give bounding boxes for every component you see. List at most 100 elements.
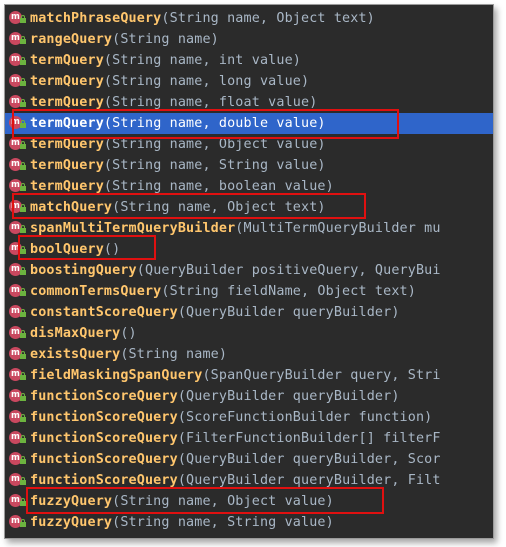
suggestion-item[interactable]: m functionScoreQuery(QueryBuilder queryBu… [5, 470, 493, 491]
suggestion-signature: commonTermsQuery(String fieldName, Objec… [30, 281, 416, 302]
method-name: termQuery [30, 116, 104, 131]
suggestion-item[interactable]: m fuzzyQuery(String name, Object value) [5, 491, 493, 512]
method-name: functionScoreQuery [30, 389, 178, 404]
suggestion-item[interactable]: m termQuery(String name, String value) [5, 155, 493, 176]
method-params: (FilterFunctionBuilder[] filterF [177, 431, 441, 446]
suggestion-signature: matchQuery(String name, Object text) [30, 197, 326, 218]
suggestion-item[interactable]: m termQuery(String name, boolean value) [5, 176, 493, 197]
suggestion-item[interactable]: m functionScoreQuery(FilterFunctionBuilde… [5, 428, 493, 449]
method-params: (String name, String value) [103, 158, 326, 173]
suggestion-item[interactable]: m matchPhraseQuery(String name, Object te… [5, 8, 493, 29]
suggestion-item[interactable]: m functionScoreQuery(QueryBuilder queryBu… [5, 386, 493, 407]
method-name: matchPhraseQuery [30, 11, 162, 26]
method-name: termQuery [30, 179, 104, 194]
suggestion-signature: boolQuery() [30, 239, 120, 260]
method-params: (String name, Object text) [112, 200, 326, 215]
public-lock-icon [20, 246, 26, 255]
method-name: functionScoreQuery [30, 452, 178, 467]
suggestion-signature: functionScoreQuery(FilterFunctionBuilder… [30, 428, 441, 449]
suggestion-signature: functionScoreQuery(ScoreFunctionBuilder … [30, 407, 432, 428]
public-lock-icon [20, 309, 26, 318]
method-params: (SpanQueryBuilder query, Stri [202, 368, 441, 383]
public-lock-icon [20, 519, 26, 528]
method-name: termQuery [30, 95, 104, 110]
suggestion-item[interactable]: m disMaxQuery() [5, 323, 493, 344]
method-params: (String name, float value) [103, 95, 318, 110]
suggestion-signature: termQuery(String name, double value) [30, 113, 326, 134]
suggestion-item[interactable]: m termQuery(String name, int value) [5, 50, 493, 71]
public-lock-icon [20, 435, 26, 444]
suggestion-item[interactable]: m boolQuery() [5, 239, 493, 260]
method-params: (String name, double value) [103, 116, 326, 131]
public-lock-icon [20, 372, 26, 381]
method-name: functionScoreQuery [30, 473, 178, 488]
method-name: boostingQuery [30, 263, 137, 278]
method-params: (String name) [112, 32, 219, 47]
method-name: boolQuery [30, 242, 104, 257]
suggestion-item[interactable]: m matchQuery(String name, Object text) [5, 197, 493, 218]
suggestion-signature: termQuery(String name, Object value) [30, 134, 326, 155]
method-name: termQuery [30, 137, 104, 152]
suggestion-signature: disMaxQuery() [30, 323, 137, 344]
method-params: (String name, boolean value) [103, 179, 334, 194]
method-name: termQuery [30, 158, 104, 173]
public-lock-icon [20, 78, 26, 87]
method-params: (String name, Object value) [112, 494, 334, 509]
public-lock-icon [20, 393, 26, 402]
method-params: (String name, Object text) [161, 11, 375, 26]
method-name: matchQuery [30, 200, 113, 215]
suggestion-item[interactable]: m fieldMaskingSpanQuery(SpanQueryBuilder … [5, 365, 493, 386]
method-params: (QueryBuilder queryBuilder, Filt [177, 473, 441, 488]
method-params: (String fieldName, Object text) [161, 284, 416, 299]
suggestion-signature: functionScoreQuery(QueryBuilder queryBui… [30, 449, 441, 470]
public-lock-icon [20, 15, 26, 24]
method-params: (QueryBuilder queryBuilder, Scor [177, 452, 441, 467]
method-name: functionScoreQuery [30, 410, 178, 425]
method-params: (QueryBuilder queryBuilder) [177, 389, 400, 404]
suggestion-item[interactable]: m rangeQuery(String name) [5, 29, 493, 50]
suggestion-item[interactable]: m constantScoreQuery(QueryBuilder queryBu… [5, 302, 493, 323]
method-params: (String name, int value) [103, 53, 302, 68]
method-name: fuzzyQuery [30, 515, 113, 530]
suggestion-signature: functionScoreQuery(QueryBuilder queryBui… [30, 470, 441, 491]
suggestion-item[interactable]: m termQuery(String name, long value) [5, 71, 493, 92]
suggestion-signature: existsQuery(String name) [30, 344, 227, 365]
suggestion-item[interactable]: m termQuery(String name, Object value) [5, 134, 493, 155]
suggestion-list: m matchPhraseQuery(String name, Object te… [5, 8, 493, 533]
public-lock-icon [20, 120, 26, 129]
suggestion-item[interactable]: m functionScoreQuery(QueryBuilder queryBu… [5, 449, 493, 470]
method-name: commonTermsQuery [30, 284, 162, 299]
method-params: (QueryBuilder queryBuilder) [177, 305, 400, 320]
public-lock-icon [20, 141, 26, 150]
suggestion-item[interactable]: m termQuery(String name, double value) [5, 113, 493, 134]
public-lock-icon [20, 204, 26, 213]
suggestion-item[interactable]: m boostingQuery(QueryBuilder positiveQuer… [5, 260, 493, 281]
suggestion-item[interactable]: m functionScoreQuery(ScoreFunctionBuilder… [5, 407, 493, 428]
suggestion-item[interactable]: m commonTermsQuery(String fieldName, Obje… [5, 281, 493, 302]
method-params: (String name, long value) [103, 74, 310, 89]
public-lock-icon [20, 183, 26, 192]
suggestion-signature: termQuery(String name, float value) [30, 92, 317, 113]
public-lock-icon [20, 267, 26, 276]
suggestion-signature: fieldMaskingSpanQuery(SpanQueryBuilder q… [30, 365, 441, 386]
method-name: functionScoreQuery [30, 431, 178, 446]
method-name: termQuery [30, 74, 104, 89]
method-params: (ScoreFunctionBuilder function) [177, 410, 433, 425]
public-lock-icon [20, 414, 26, 423]
suggestion-signature: termQuery(String name, long value) [30, 71, 309, 92]
method-name: fuzzyQuery [30, 494, 113, 509]
method-params: (QueryBuilder positiveQuery, QueryBui [136, 263, 441, 278]
public-lock-icon [20, 330, 26, 339]
public-lock-icon [20, 225, 26, 234]
suggestion-signature: fuzzyQuery(String name, Object value) [30, 491, 334, 512]
suggestion-signature: constantScoreQuery(QueryBuilder queryBui… [30, 302, 400, 323]
suggestion-item[interactable]: m termQuery(String name, float value) [5, 92, 493, 113]
method-params: (String name, String value) [112, 515, 334, 530]
method-params: (MultiTermQueryBuilder mu [235, 221, 441, 236]
suggestion-item[interactable]: m existsQuery(String name) [5, 344, 493, 365]
method-name: spanMultiTermQueryBuilder [30, 221, 236, 236]
suggestion-signature: termQuery(String name, int value) [30, 50, 301, 71]
suggestion-item[interactable]: m fuzzyQuery(String name, String value) [5, 512, 493, 533]
suggestion-item[interactable]: m spanMultiTermQueryBuilder(MultiTermQuer… [5, 218, 493, 239]
suggestion-signature: spanMultiTermQueryBuilder(MultiTermQuery… [30, 218, 441, 239]
